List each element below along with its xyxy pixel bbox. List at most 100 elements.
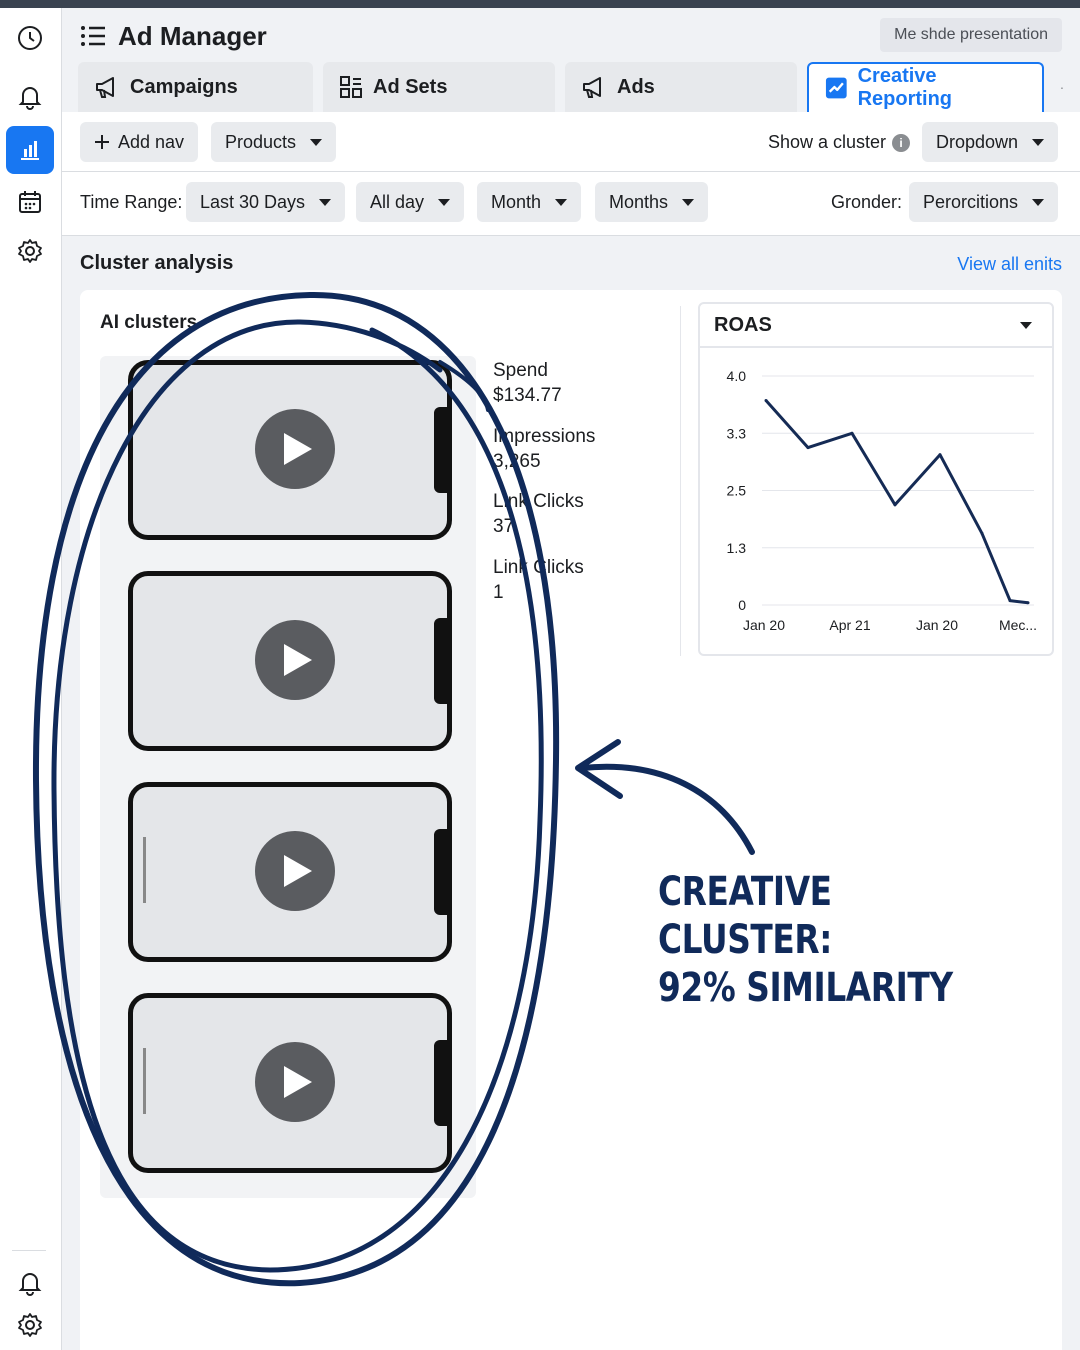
app-header: Ad Manager Me shde presentation Campaign… <box>62 8 1080 112</box>
metric-value: 37 <box>493 516 515 537</box>
caret-down-icon <box>310 138 323 146</box>
products-dropdown[interactable]: Products <box>211 122 337 162</box>
sidebar <box>0 8 62 1350</box>
roas-data-point <box>980 531 984 535</box>
calendar-icon[interactable] <box>6 178 54 226</box>
view-all-link[interactable]: View all enits <box>957 254 1062 275</box>
metric-impressions: Impressions 3,265 <box>493 424 595 474</box>
tab-label: Ad Sets <box>373 75 448 98</box>
phone-notch <box>434 829 452 915</box>
show-cluster-label: Show a cluster i <box>768 132 911 153</box>
info-icon[interactable]: i <box>892 133 911 152</box>
gronder-value: Perorcitions <box>923 191 1019 212</box>
clock-icon[interactable] <box>6 14 54 62</box>
tab-label: Campaigns <box>130 75 238 98</box>
metric-label: Link Clicks <box>493 491 584 512</box>
annotation-line-1: CREATIVE CLUSTER: <box>658 869 832 963</box>
time-range-dropdown[interactable]: Last 30 Days <box>186 182 346 222</box>
months-value: Months <box>609 191 669 212</box>
cluster-dropdown[interactable]: Dropdown <box>922 122 1059 162</box>
metric-label: Impressions <box>493 426 596 447</box>
settings-gear-icon[interactable] <box>6 1301 54 1349</box>
caret-down-icon <box>555 198 568 206</box>
x-tick-label: Apr 21 <box>829 617 870 633</box>
play-icon[interactable] <box>255 620 335 700</box>
y-tick-label: 0 <box>738 597 746 613</box>
gronder-dropdown[interactable]: Perorcitions <box>909 182 1059 222</box>
day-value: All day <box>370 191 425 212</box>
grid-icon <box>340 76 362 98</box>
tab-overflow-icon[interactable]: · <box>1054 62 1070 112</box>
roas-data-point <box>764 399 768 402</box>
gronder-label: Gronder: <box>831 192 903 212</box>
tab-label: Creative Reporting <box>857 65 953 110</box>
analytics-icon[interactable] <box>6 126 54 174</box>
roas-data-point <box>938 453 942 457</box>
day-dropdown[interactable]: All day <box>356 182 465 222</box>
months-dropdown[interactable]: Months <box>595 182 709 222</box>
creative-video-thumbnail[interactable] <box>128 360 452 540</box>
creative-video-thumbnail[interactable] <box>128 782 452 962</box>
roas-chart-card: ROAS 4.0 3.3 2.5 1.3 0 Jan 20 Apr 21 Jan 20 Mec.… <box>698 302 1054 656</box>
month-dropdown[interactable]: Month <box>477 182 582 222</box>
y-tick-label: 1.3 <box>727 540 747 556</box>
roas-selector[interactable]: ROAS <box>700 304 1052 348</box>
y-tick-label: 2.5 <box>727 483 747 499</box>
caret-down-icon <box>438 198 451 206</box>
tab-label: Ads <box>617 75 655 98</box>
roas-line-chart: 4.0 3.3 2.5 1.3 0 Jan 20 Apr 21 Jan 20 Mec... <box>727 368 1038 633</box>
products-label: Products <box>225 131 297 152</box>
time-range-label: Time Range: <box>80 192 183 212</box>
settings-gear-icon[interactable] <box>6 227 54 275</box>
chart-icon <box>825 77 847 99</box>
metric-label: Link Clicks <box>493 557 584 578</box>
card-divider <box>680 306 681 656</box>
phone-side-button <box>143 1048 146 1114</box>
menu-list-icon[interactable] <box>80 24 106 48</box>
time-range-toolbar: Time Range: Last 30 Days All day Month M… <box>62 172 1080 236</box>
megaphone-icon <box>96 77 114 98</box>
time-range-value: Last 30 Days <box>200 191 306 212</box>
metric-value: 1 <box>493 582 504 603</box>
phone-notch <box>434 407 452 493</box>
play-icon[interactable] <box>255 409 335 489</box>
tab-creative-reporting[interactable]: Creative Reporting <box>807 62 1044 112</box>
tab-campaigns[interactable]: Campaigns <box>78 62 313 112</box>
metric-spend: Spend $134.77 <box>493 358 562 408</box>
bell-icon[interactable] <box>6 72 54 120</box>
metric-label: Spend <box>493 360 548 381</box>
sidebar-divider <box>12 1250 46 1251</box>
section-title: Cluster analysis <box>80 252 234 274</box>
x-tick-label: Jan 20 <box>743 617 785 633</box>
phone-side-button <box>143 837 146 903</box>
roas-data-point <box>1008 599 1012 603</box>
roas-data-point <box>850 431 854 435</box>
chart-title: ROAS <box>714 313 772 336</box>
play-icon[interactable] <box>255 831 335 911</box>
roas-data-point <box>1026 601 1030 605</box>
caret-down-icon <box>1032 138 1045 146</box>
show-cluster-text: Show a cluster <box>768 132 887 152</box>
tab-ads[interactable]: Ads <box>565 62 797 112</box>
tab-ad-sets[interactable]: Ad Sets <box>323 62 555 112</box>
roas-data-point <box>893 503 897 507</box>
x-tick-label: Jan 20 <box>916 617 958 633</box>
plus-icon <box>95 135 109 149</box>
caret-down-icon <box>319 198 332 206</box>
play-icon[interactable] <box>255 1042 335 1122</box>
caret-down-icon <box>682 198 695 206</box>
y-tick-label: 4.0 <box>727 368 747 384</box>
add-nav-button[interactable]: Add nav <box>80 122 199 162</box>
ai-clusters-label: AI clusters <box>100 312 198 333</box>
phone-notch <box>434 1040 452 1126</box>
creative-video-thumbnail[interactable] <box>128 571 452 751</box>
cluster-annotation: CREATIVE CLUSTER: 92% SIMILARITY <box>658 868 1004 1012</box>
add-nav-label: Add nav <box>118 131 185 152</box>
presentation-button[interactable]: Me shde presentation <box>880 18 1062 52</box>
caret-down-icon <box>1032 198 1045 206</box>
metric-value: 3,265 <box>493 451 541 472</box>
creative-video-thumbnail[interactable] <box>128 993 452 1173</box>
metric-link-clicks-2: Link Clicks 1 <box>493 555 584 605</box>
app-title: Ad Manager <box>80 18 267 54</box>
bell-icon[interactable] <box>6 1258 54 1306</box>
